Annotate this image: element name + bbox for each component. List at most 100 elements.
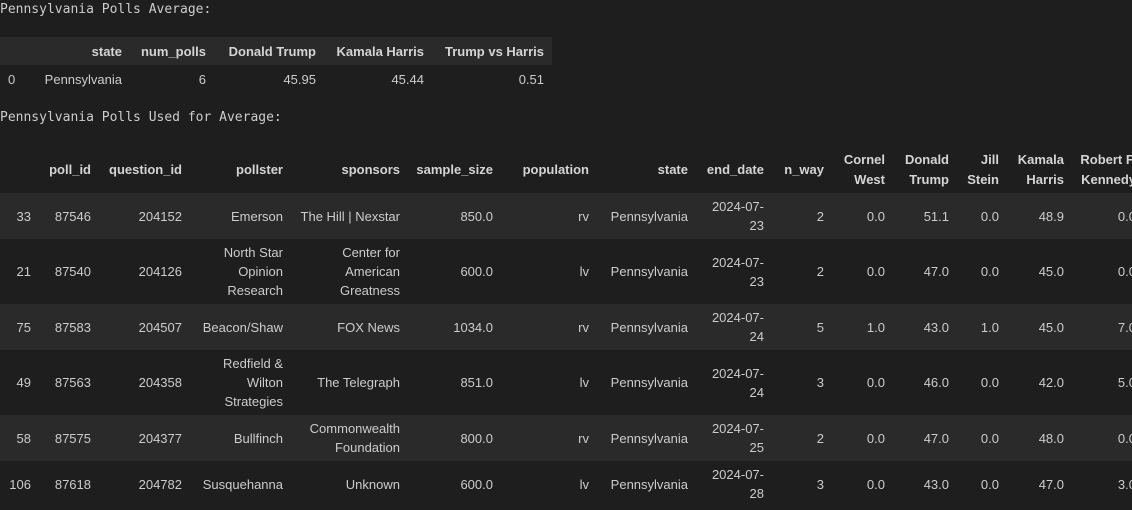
cell-state: Pennsylvania [44,71,122,87]
cell-pollster: Bullfinch [233,430,283,446]
cell-n-way: 5 [816,319,824,335]
column-header-donald-trump: Donald Trump [228,43,316,59]
cell-question-id: 204126 [138,264,182,279]
row-index: 58 [16,430,31,446]
column-header-sample-size: sample_size [416,162,493,177]
index-header [0,147,39,193]
column-header-robert-f-kennedy: Robert F. Kennedy [1080,152,1132,187]
column-header-jill-stein: Jill Stein [967,152,999,187]
cell-state: Pennsylvania [610,430,688,446]
cell-n-way: 3 [816,375,824,390]
table-row: 21 87540 204126 North Star Opinion Research… [0,239,1132,304]
column-header-trump-vs-harris: Trump vs Harris [445,43,544,59]
cell-trump-vs-harris: 0.51 [518,71,544,87]
cell-state: Pennsylvania [610,476,688,492]
cell-donald-trump: 47.0 [923,264,949,279]
used-output-label: Pennsylvania Polls Used for Average: [0,110,282,125]
cell-robert-f-kennedy: 0.0 [1117,208,1132,224]
cell-sample-size: 600.0 [460,476,493,492]
polls-used-table: poll_id question_id pollster sponsors sa… [0,147,1132,507]
column-header-kamala-harris: Kamala Harris [336,43,424,59]
table-row: 106 87618 204782 Susquehanna Unknown 600.0 lv P… [0,461,1132,507]
cell-jill-stein: 1.0 [980,319,999,335]
cell-cornel-west: 1.0 [866,319,885,335]
cell-sponsors: Unknown [345,476,400,492]
cell-donald-trump: 47.0 [923,430,949,446]
table-row: 49 87563 204358 Redfield & Wilton Strategie… [0,350,1132,415]
column-header-kamala-harris: Kamala Harris [1017,152,1064,187]
cell-cornel-west: 0.0 [866,375,885,390]
cell-kamala-harris: 45.0 [1038,319,1064,335]
cell-num-polls: 6 [198,71,206,87]
cell-donald-trump: 45.95 [283,71,316,87]
row-index: 33 [16,208,31,224]
cell-robert-f-kennedy: 0.0 [1117,264,1132,279]
cell-n-way: 2 [816,208,824,224]
cell-jill-stein: 0.0 [980,264,999,279]
cell-question-id: 204358 [138,375,182,390]
row-index: 75 [16,319,31,335]
cell-n-way: 2 [816,430,824,446]
table-row: 33 87546 204152 Emerson The Hill | Nexstar 85… [0,193,1132,239]
column-header-sponsors: sponsors [341,162,400,177]
cell-robert-f-kennedy: 3.0 [1117,476,1132,492]
column-header-state: state [91,43,122,59]
table-row: 75 87583 204507 Beacon/Shaw FOX News 1034.0 rv… [0,304,1132,350]
cell-state: Pennsylvania [610,208,688,224]
cell-end-date: 2024-07-28 [711,467,764,501]
cell-population: rv [578,319,589,335]
cell-donald-trump: 46.0 [923,375,949,390]
cell-pollster: Emerson [230,208,283,224]
cell-sample-size: 800.0 [460,430,493,446]
row-index: 0 [8,71,16,87]
cell-poll-id: 87546 [54,208,91,224]
cell-jill-stein: 0.0 [980,476,999,492]
cell-sponsors: Commonwealth Foundation [309,421,400,455]
cell-end-date: 2024-07-25 [711,421,764,455]
cell-poll-id: 87563 [54,375,91,390]
cell-pollster: Redfield & Wilton Strategies [223,356,283,409]
cell-population: lv [579,375,589,390]
cell-state: Pennsylvania [610,375,688,390]
cell-state: Pennsylvania [610,264,688,279]
cell-end-date: 2024-07-23 [711,199,764,233]
cell-kamala-harris: 47.0 [1038,476,1064,492]
index-header [0,37,32,65]
cell-end-date: 2024-07-23 [711,254,764,289]
cell-jill-stein: 0.0 [980,208,999,224]
cell-pollster: Susquehanna [202,476,283,492]
cell-cornel-west: 0.0 [866,264,885,279]
cell-pollster: North Star Opinion Research [223,245,283,298]
cell-poll-id: 87618 [54,476,91,492]
column-header-question-id: question_id [109,162,182,177]
cell-poll-id: 87540 [54,264,91,279]
cell-state: Pennsylvania [610,319,688,335]
cell-question-id: 204152 [138,208,182,224]
column-header-n-way: n_way [784,162,824,177]
cell-question-id: 204507 [138,319,182,335]
cell-question-id: 204377 [138,430,182,446]
cell-kamala-harris: 45.44 [391,71,424,87]
cell-question-id: 204782 [138,476,182,492]
table-header-row: state num_polls Donald Trump Kamala Harr… [0,37,552,65]
cell-population: lv [579,476,589,492]
cell-cornel-west: 0.0 [866,476,885,492]
cell-sample-size: 850.0 [460,208,493,224]
column-header-end-date: end_date [706,162,764,177]
cell-jill-stein: 0.0 [980,375,999,390]
cell-cornel-west: 0.0 [866,208,885,224]
column-header-pollster: pollster [236,162,283,177]
column-header-poll-id: poll_id [49,162,91,177]
polls-table-body: 33 87546 204152 Emerson The Hill | Nexstar 85… [0,193,1132,507]
cell-sample-size: 851.0 [460,375,493,390]
cell-sponsors: The Telegraph [317,375,400,390]
cell-sponsors: FOX News [337,319,400,335]
cell-population: rv [578,208,589,224]
table-row: 58 87575 204377 Bullfinch Commonwealth Found… [0,415,1132,461]
cell-sample-size: 1034.0 [453,319,493,335]
cell-robert-f-kennedy: 0.0 [1117,430,1132,446]
column-header-population: population [522,162,589,177]
row-index: 49 [16,375,31,390]
cell-kamala-harris: 48.9 [1038,208,1064,224]
cell-donald-trump: 43.0 [923,476,949,492]
